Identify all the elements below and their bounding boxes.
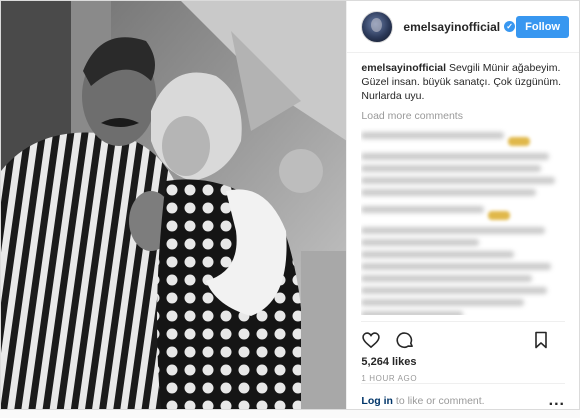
likes-count[interactable]: 5,264 likes [361,356,565,368]
blurred-comment [361,287,547,294]
blurred-comment [361,251,515,258]
blurred-comment [361,189,537,196]
comment-icon[interactable] [395,330,415,350]
blurred-comment [361,275,533,282]
blurred-comment [361,177,555,184]
blurred-comment [361,299,525,306]
more-options-icon[interactable]: ... [549,392,565,410]
verified-icon: ✓ [504,21,516,32]
login-link[interactable]: Log in [361,395,393,407]
username-wrap: emelsayinofficial ✓ [403,20,516,34]
blurred-comment [361,165,541,172]
username-link[interactable]: emelsayinofficial [403,20,500,34]
blurred-comment [361,311,464,315]
blurred-comment [361,263,551,270]
blurred-comment [361,127,565,148]
post-timestamp: 1 HOUR AGO [361,374,418,383]
post-header: emelsayinofficial ✓ Follow [347,1,579,53]
bookmark-icon[interactable] [531,330,551,350]
post-container: emelsayinofficial ✓ Follow emelsayinoffi… [0,0,580,410]
profile-avatar[interactable] [361,10,394,43]
action-icons [361,330,565,350]
blurred-comment [361,201,565,222]
photo-illustration [1,1,347,409]
heart-icon[interactable] [361,330,381,350]
blurred-comment [361,227,545,234]
post-photo[interactable] [1,1,347,409]
blurred-comment [361,153,549,160]
login-prompt: Log in to like or comment. ... [361,383,565,418]
caption-username[interactable]: emelsayinofficial [361,62,446,74]
caption: emelsayinofficial Sevgili Münir ağabeyim… [361,61,565,103]
blurred-comment [361,239,480,246]
comments-section: emelsayinofficial Sevgili Münir ağabeyim… [361,61,565,315]
load-more-comments-link[interactable]: Load more comments [361,109,565,123]
follow-button[interactable]: Follow [516,15,569,38]
side-panel: emelsayinofficial ✓ Follow emelsayinoffi… [346,1,579,409]
post-actions: 5,264 likes 1 HOUR AGO Log in to like or… [361,321,565,414]
login-prompt-text: to like or comment. [395,395,485,407]
